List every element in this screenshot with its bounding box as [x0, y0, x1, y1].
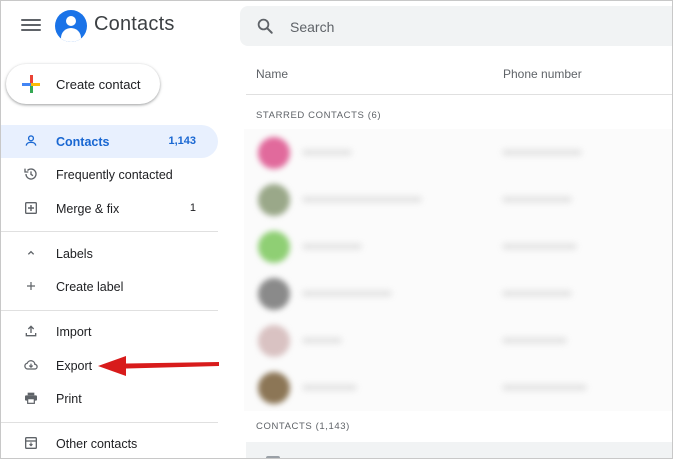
sidebar-item-merge-fix[interactable]: Merge & fix 1 — [1, 192, 218, 225]
contact-name-blurred — [302, 384, 357, 391]
list-item[interactable] — [244, 270, 672, 317]
sidebar-item-label: Other contacts — [56, 437, 138, 451]
sidebar-item-frequently-contacted[interactable]: Frequently contacted — [1, 158, 218, 191]
sidebar-item-create-label[interactable]: Create label — [1, 270, 218, 303]
upload-icon — [23, 323, 39, 339]
main-menu-icon[interactable] — [21, 16, 41, 36]
sidebar-item-label: Labels — [56, 247, 93, 261]
row-icon — [266, 456, 280, 458]
avatar — [258, 184, 290, 216]
list-item[interactable] — [244, 364, 672, 411]
history-icon — [23, 166, 39, 182]
sidebar-item-import[interactable]: Import — [1, 315, 218, 348]
list-item[interactable] — [244, 223, 672, 270]
avatar — [258, 137, 290, 169]
person-icon — [23, 133, 39, 149]
sidebar-item-contacts[interactable]: Contacts 1,143 — [1, 125, 218, 158]
column-header-phone[interactable]: Phone number — [503, 67, 582, 81]
all-contacts-label: CONTACTS (1,143) — [256, 421, 350, 432]
contacts-app-window: Contacts Create contact Contacts 1,143 F… — [0, 0, 673, 459]
avatar — [258, 278, 290, 310]
search-icon[interactable] — [256, 17, 274, 35]
avatar — [258, 231, 290, 263]
sidebar-item-label: Create label — [56, 280, 124, 294]
colorful-plus-icon — [22, 75, 40, 93]
printer-icon — [23, 390, 39, 406]
sidebar-item-other-contacts[interactable]: Other contacts — [1, 427, 218, 458]
contact-name-blurred — [302, 196, 422, 203]
sidebar-item-label: Export — [56, 359, 93, 373]
search-bar[interactable] — [240, 6, 672, 46]
sidebar-divider — [1, 422, 218, 423]
merge-fix-icon — [23, 200, 39, 216]
contact-phone-blurred — [502, 196, 572, 203]
sidebar-item-label: Import — [56, 325, 92, 339]
merge-fix-count: 1 — [189, 202, 196, 214]
sidebar-item-label: Print — [56, 392, 82, 406]
contact-name-blurred — [302, 149, 352, 156]
contact-name-blurred — [302, 290, 392, 297]
cloud-download-icon — [23, 357, 39, 373]
contacts-table-header: Name Phone number — [246, 53, 672, 95]
create-contact-button[interactable]: Create contact — [6, 64, 160, 104]
column-header-name[interactable]: Name — [256, 67, 288, 81]
contacts-count: 1,143 — [168, 135, 196, 147]
sidebar-divider — [1, 231, 218, 232]
table-row[interactable] — [246, 442, 672, 458]
contact-phone-blurred — [502, 149, 582, 156]
contacts-logo-icon — [55, 10, 87, 42]
list-item[interactable] — [244, 176, 672, 223]
plus-icon — [23, 278, 39, 294]
contact-name-blurred — [302, 243, 362, 250]
sidebar-item-print[interactable]: Print — [1, 382, 218, 415]
avatar — [258, 372, 290, 404]
list-item[interactable] — [244, 129, 672, 176]
chevron-up-icon — [23, 245, 39, 261]
sidebar-item-label: Contacts — [56, 135, 110, 149]
archive-icon — [23, 435, 39, 451]
sidebar-divider — [1, 310, 218, 311]
sidebar-item-label: Frequently contacted — [56, 168, 173, 182]
sidebar-item-labels[interactable]: Labels — [1, 237, 218, 270]
annotation-arrow-icon — [98, 356, 219, 376]
avatar — [258, 325, 290, 357]
create-contact-label: Create contact — [56, 77, 141, 92]
contact-phone-blurred — [502, 243, 577, 250]
starred-contacts-list — [244, 129, 672, 411]
search-input[interactable] — [288, 16, 592, 38]
app-title: Contacts — [94, 13, 175, 35]
starred-contacts-label: STARRED CONTACTS (6) — [256, 110, 382, 121]
sidebar-item-label: Merge & fix — [56, 202, 120, 216]
contact-phone-blurred — [502, 337, 567, 344]
list-item[interactable] — [244, 317, 672, 364]
contact-phone-blurred — [502, 290, 572, 297]
contact-phone-blurred — [502, 384, 587, 391]
contact-name-blurred — [302, 337, 342, 344]
